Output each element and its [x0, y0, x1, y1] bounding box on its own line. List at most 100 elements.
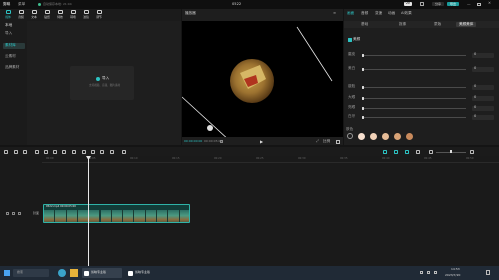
layout-icon[interactable] [420, 2, 424, 6]
slider-eyes[interactable] [362, 98, 466, 99]
export-button[interactable]: 导出 [447, 2, 460, 7]
app-icon-browser[interactable] [58, 269, 66, 277]
skin-tone-swatch-4[interactable] [394, 132, 401, 140]
share-button[interactable]: 分享 [432, 2, 445, 7]
zoom-slider-knob[interactable] [450, 150, 452, 153]
slider-whiten[interactable] [362, 69, 466, 70]
toolbar-adjust[interactable]: 调节 [93, 10, 105, 20]
input-whiten[interactable]: 0 [472, 66, 494, 72]
timeline-mode-icon[interactable] [220, 140, 223, 143]
select-tool-icon[interactable] [4, 149, 8, 154]
app-icon-folder[interactable] [70, 269, 78, 277]
slider-knob-brighten[interactable] [362, 106, 364, 110]
slider-brighten[interactable] [362, 108, 466, 109]
taskbar-app-capcut-2[interactable]: 剪映专业版 [126, 268, 166, 278]
tab-animation[interactable]: 动画 [388, 11, 395, 16]
subtab-cutout[interactable]: 抠像 [399, 22, 406, 27]
track-lock-icon[interactable] [6, 212, 9, 215]
beauty-checkbox[interactable] [348, 38, 352, 42]
import-dropzone[interactable]: 导入 支持视频、音频、图片素材 [70, 66, 134, 100]
toolbar-text[interactable]: 文本 [28, 10, 40, 20]
sidebar-item-cloud[interactable]: 云素材 [3, 54, 25, 60]
maximize-button[interactable] [477, 2, 481, 6]
toolbar-media[interactable]: 媒体 [2, 10, 14, 20]
track-visibility-icon[interactable] [12, 212, 15, 215]
menu-button[interactable]: 菜单 [18, 2, 25, 7]
subtab-mask[interactable]: 蒙版 [434, 22, 441, 27]
mirror-icon[interactable] [91, 149, 95, 154]
redo-icon[interactable] [23, 149, 27, 154]
minimize-button[interactable]: — [467, 2, 471, 7]
tab-ai-effects[interactable]: AI效果 [401, 11, 412, 16]
toolbar-filter[interactable]: 滤镜 [80, 10, 92, 20]
link-icon[interactable] [394, 149, 398, 154]
input-brighten[interactable]: 0 [472, 105, 494, 111]
play-button[interactable]: ▶ [260, 139, 263, 144]
start-icon[interactable] [4, 270, 10, 276]
sidebar-item-brand[interactable]: 品牌素材 [3, 65, 25, 71]
sidebar-item-import[interactable]: 导入 [3, 31, 25, 37]
fullscreen-icon[interactable] [336, 140, 340, 144]
video-clip[interactable]: 0522.mp4 00:00:05:00 [43, 204, 190, 223]
track-cover-label[interactable]: 封面 [33, 212, 39, 215]
skin-tone-swatch-5[interactable] [406, 132, 413, 140]
subtab-beauty[interactable]: 美颜美体 [456, 21, 477, 28]
skin-tone-swatch-1[interactable] [358, 132, 365, 140]
taskbar-search[interactable]: 搜索 [13, 269, 49, 277]
fit-icon[interactable]: ⤢ [316, 139, 319, 144]
zoom-in-icon[interactable] [470, 149, 474, 154]
tray-volume-icon[interactable] [427, 271, 430, 274]
magnet-icon[interactable] [383, 149, 387, 154]
notification-icon[interactable] [486, 270, 490, 275]
video-preview[interactable] [181, 21, 343, 142]
sidebar-item-library[interactable]: 素材库 [3, 43, 25, 49]
freeze-icon[interactable] [72, 149, 76, 154]
zoom-out-icon[interactable] [429, 149, 433, 154]
input-slim[interactable]: 0 [472, 84, 494, 90]
split-left-icon[interactable] [44, 149, 48, 154]
rotate-icon[interactable] [100, 149, 104, 154]
delete-icon[interactable] [62, 149, 66, 154]
player-menu-icon[interactable]: ≡ [333, 11, 336, 16]
sidebar-item-local[interactable]: 本地 [3, 23, 25, 29]
zoom-fit-icon[interactable] [416, 149, 420, 154]
tab-picture[interactable]: 画面 [347, 11, 354, 16]
track-mute-icon[interactable] [18, 212, 21, 215]
slider-knob-slim[interactable] [362, 85, 364, 89]
tab-audio[interactable]: 音频 [361, 11, 368, 16]
toolbar-audio[interactable]: 音频 [15, 10, 27, 20]
split-right-icon[interactable] [53, 149, 57, 154]
tray-network-icon[interactable] [420, 271, 423, 274]
reverse-icon[interactable] [82, 149, 86, 154]
preview-axis-icon[interactable] [405, 149, 409, 154]
input-teeth[interactable]: 0 [472, 114, 494, 120]
toolbar-effects[interactable]: 特效 [54, 10, 66, 20]
skin-tone-swatch-2[interactable] [370, 132, 377, 140]
tab-speed[interactable]: 变速 [375, 11, 382, 16]
tray-ime-icon[interactable] [434, 271, 437, 274]
ratio-button[interactable]: 比例 [323, 139, 330, 144]
slider-knob-teeth[interactable] [362, 115, 364, 119]
slider-knob-eyes[interactable] [362, 96, 364, 100]
skin-tone-none[interactable] [347, 133, 353, 139]
slider-knob-whiten[interactable] [362, 67, 364, 71]
taskbar-app-capcut[interactable]: 剪映专业版 [82, 268, 122, 278]
smart-icon[interactable] [122, 149, 126, 154]
close-button[interactable]: ✕ [488, 2, 491, 6]
split-icon[interactable] [35, 149, 39, 154]
vip-badge[interactable]: VIP [404, 1, 412, 6]
input-smooth[interactable]: 0 [472, 52, 494, 58]
slider-slim[interactable] [362, 87, 466, 88]
toolbar-transition[interactable]: 转场 [67, 10, 79, 20]
slider-knob-smooth[interactable] [362, 53, 364, 57]
skin-tone-swatch-3[interactable] [382, 132, 389, 140]
crop-icon[interactable] [110, 149, 114, 154]
subtab-basic[interactable]: 基础 [361, 22, 368, 27]
input-eyes[interactable]: 0 [472, 95, 494, 101]
toolbar-sticker[interactable]: 贴纸 [41, 10, 53, 20]
slider-smooth[interactable] [362, 55, 466, 56]
slider-teeth[interactable] [362, 117, 466, 118]
undo-icon[interactable] [14, 149, 18, 154]
playhead[interactable] [88, 156, 89, 266]
row-label-eyes: 大眼 [348, 95, 356, 99]
